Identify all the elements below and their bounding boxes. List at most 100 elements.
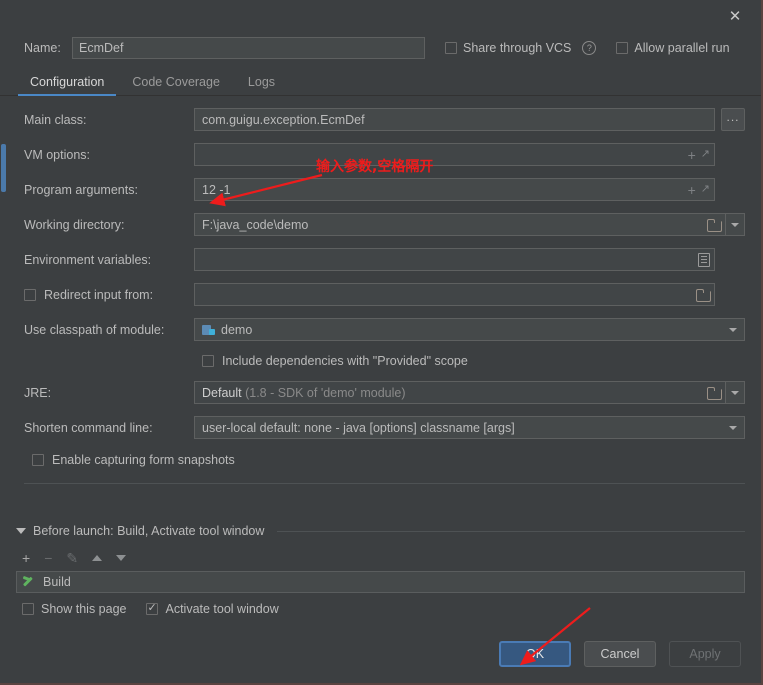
program-arguments-expand-icon[interactable]: ↗ (701, 184, 710, 195)
shorten-command-line-label: Shorten command line: (24, 420, 153, 435)
move-up-icon[interactable] (92, 555, 103, 561)
activate-tool-window-checkbox[interactable]: Activate tool window (146, 601, 279, 616)
move-down-icon[interactable] (116, 555, 127, 561)
chevron-down-icon (731, 390, 739, 395)
before-launch-title: Before launch: Build, Activate tool wind… (33, 524, 265, 538)
environment-variables-row: Environment variables: (24, 242, 745, 277)
vertical-scrollbar[interactable] (0, 96, 8, 517)
before-launch-section: Before launch: Build, Activate tool wind… (0, 517, 761, 625)
allow-parallel-checkbox-box[interactable] (616, 42, 629, 54)
redirect-input-row: Redirect input from: (24, 277, 745, 312)
enable-snapshots-label: Enable capturing form snapshots (52, 453, 235, 467)
name-label: Name: (24, 41, 61, 55)
use-classpath-combobox[interactable]: demo (194, 318, 745, 341)
ok-button[interactable]: OK (499, 641, 571, 667)
show-this-page-checkbox-box[interactable] (22, 603, 34, 615)
before-launch-options: Show this page Activate tool window (16, 593, 745, 625)
allow-parallel-run-checkbox[interactable]: Allow parallel run (616, 41, 730, 55)
jre-value-bold: Default (202, 385, 242, 400)
working-directory-input[interactable]: F:\java_code\demo (194, 213, 726, 236)
before-launch-rule (277, 530, 745, 532)
enable-snapshots-checkbox[interactable]: Enable capturing form snapshots (24, 445, 745, 475)
jre-folder-icon[interactable] (707, 386, 722, 400)
dialog-body: Main class: com.guigu.exception.EcmDef .… (0, 96, 761, 517)
jre-label: JRE: (24, 385, 52, 400)
module-icon (202, 324, 215, 336)
redirect-input-checkbox-box[interactable] (24, 288, 36, 301)
share-vcs-label: Share through VCS (463, 41, 572, 55)
tab-configuration[interactable]: Configuration (16, 71, 118, 96)
jre-input[interactable]: Default (1.8 - SDK of 'demo' module) (194, 381, 726, 404)
main-class-browse-button[interactable]: ... (721, 108, 745, 131)
working-directory-value: F:\java_code\demo (202, 217, 309, 232)
include-provided-label: Include dependencies with "Provided" sco… (222, 354, 468, 368)
enable-snapshots-checkbox-box[interactable] (32, 454, 44, 466)
scrollbar-thumb[interactable] (1, 144, 6, 192)
main-class-label: Main class: (24, 112, 87, 127)
build-hammer-icon (23, 576, 36, 589)
add-icon[interactable]: + (22, 551, 30, 565)
redirect-input-folder-icon[interactable] (696, 288, 711, 302)
working-directory-label: Working directory: (24, 217, 125, 232)
remove-icon[interactable]: − (44, 551, 52, 565)
before-launch-toolbar: + − ✎ (16, 545, 745, 571)
vm-options-input[interactable]: + ↗ (194, 143, 715, 166)
show-this-page-label: Show this page (41, 602, 127, 616)
shorten-command-line-value-bold: user-local default: none (202, 420, 332, 435)
include-provided-checkbox-box[interactable] (202, 355, 214, 367)
name-row: Name: Share through VCS ? Allow parallel… (0, 30, 761, 66)
activate-tool-window-checkbox-box[interactable] (146, 601, 159, 615)
share-vcs-checkbox-box[interactable] (445, 42, 457, 54)
include-provided-checkbox[interactable]: Include dependencies with "Provided" sco… (24, 347, 745, 375)
run-configuration-dialog: ✕ Name: Share through VCS ? Allow parall… (0, 0, 763, 685)
collapse-triangle-icon[interactable] (16, 528, 26, 534)
working-directory-folder-icon[interactable] (707, 218, 722, 232)
allow-parallel-label: Allow parallel run (634, 41, 730, 55)
environment-variables-input[interactable] (194, 248, 715, 271)
use-classpath-value: demo (221, 322, 253, 337)
dialog-button-bar: OK Cancel Apply (0, 625, 761, 683)
working-directory-dropdown-button[interactable] (725, 213, 745, 236)
tab-bar: Configuration Code Coverage Logs (0, 66, 761, 96)
environment-variables-label: Environment variables: (24, 252, 152, 267)
vm-options-label: VM options: (24, 147, 91, 162)
show-this-page-checkbox[interactable]: Show this page (22, 602, 126, 616)
configuration-form: Main class: com.guigu.exception.EcmDef .… (8, 96, 761, 517)
before-launch-task-list[interactable]: Build (16, 571, 745, 593)
tab-logs[interactable]: Logs (234, 71, 289, 95)
vm-options-row: VM options: + ↗ (24, 137, 745, 172)
jre-dropdown-button[interactable] (725, 381, 745, 404)
activate-tool-window-label: Activate tool window (165, 602, 279, 616)
program-arguments-plus-icon[interactable]: + (688, 183, 696, 197)
shorten-command-line-combobox[interactable]: user-local default: none - java [options… (194, 416, 745, 439)
form-divider (24, 483, 745, 484)
main-class-input[interactable]: com.guigu.exception.EcmDef (194, 108, 715, 131)
tab-code-coverage[interactable]: Code Coverage (118, 71, 234, 95)
use-classpath-row: Use classpath of module: demo (24, 312, 745, 347)
program-arguments-value: 12 -1 (202, 182, 231, 197)
vm-options-plus-icon[interactable]: + (688, 148, 696, 162)
share-through-vcs-checkbox[interactable]: Share through VCS ? (445, 41, 597, 55)
shorten-command-line-value-dim: - java [options] classname [args] (335, 420, 515, 435)
apply-button: Apply (669, 641, 741, 667)
environment-variables-list-icon[interactable] (698, 252, 710, 267)
chevron-down-icon (729, 327, 737, 332)
main-class-value: com.guigu.exception.EcmDef (202, 112, 365, 127)
edit-icon[interactable]: ✎ (66, 551, 78, 565)
redirect-input-field[interactable] (194, 283, 715, 306)
jre-value-dim: (1.8 - SDK of 'demo' module) (245, 385, 406, 400)
program-arguments-label: Program arguments: (24, 182, 138, 197)
cancel-button[interactable]: Cancel (584, 641, 656, 667)
help-icon[interactable]: ? (582, 41, 597, 55)
redirect-input-checkbox[interactable]: Redirect input from: (24, 288, 194, 302)
jre-row: JRE: Default (1.8 - SDK of 'demo' module… (24, 375, 745, 410)
name-input[interactable] (72, 37, 425, 59)
working-directory-row: Working directory: F:\java_code\demo (24, 207, 745, 242)
vm-options-expand-icon[interactable]: ↗ (701, 149, 710, 160)
close-icon[interactable]: ✕ (725, 6, 745, 26)
before-launch-header[interactable]: Before launch: Build, Activate tool wind… (16, 517, 745, 545)
chevron-down-icon (731, 222, 739, 227)
program-arguments-input[interactable]: 12 -1 + ↗ (194, 178, 715, 201)
before-launch-task-label: Build (43, 575, 71, 589)
main-class-row: Main class: com.guigu.exception.EcmDef .… (24, 102, 745, 137)
